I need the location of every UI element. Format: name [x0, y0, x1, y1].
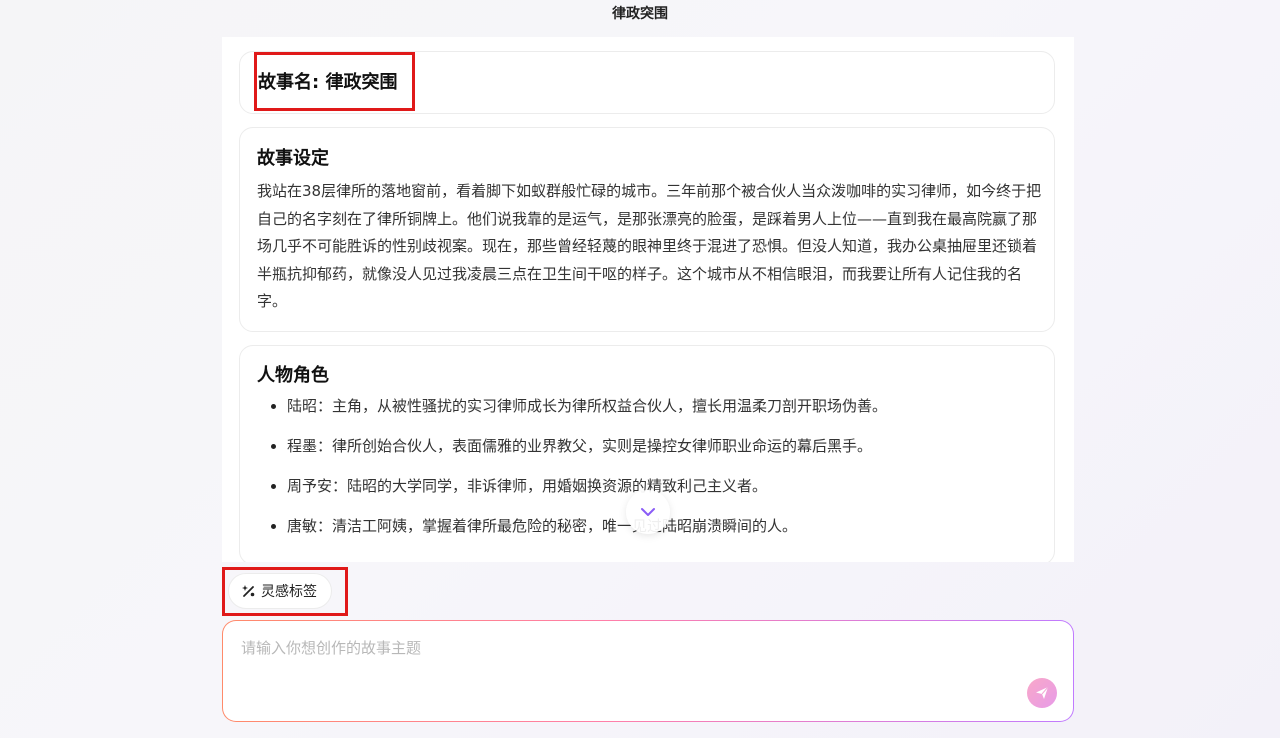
- chevron-down-icon: [641, 508, 655, 516]
- topic-input-container: [222, 620, 1074, 722]
- bullet-dot: [271, 484, 276, 489]
- character-text: 唐敏：清洁工阿姨，掌握着律所最危险的秘密，唯一见过陆昭崩溃瞬间的人。: [287, 517, 798, 535]
- story-name-card: 故事名: 律政突围: [239, 51, 1055, 114]
- characters-heading: 人物角色: [257, 365, 329, 386]
- inspiration-tags-label: 灵感标签: [261, 584, 317, 600]
- character-text: 陆昭：主角，从被性骚扰的实习律师成长为律所权益合伙人，擅长用温柔刀剖开职场伪善。: [287, 397, 888, 415]
- setting-heading: 故事设定: [257, 148, 329, 169]
- character-text: 程墨：律所创始合伙人，表面儒雅的业界教父，实则是操控女律师职业命运的幕后黑手。: [287, 437, 873, 455]
- scroll-down-button[interactable]: [626, 490, 670, 534]
- bullet-dot: [271, 524, 276, 529]
- bullet-dot: [271, 404, 276, 409]
- story-name: 故事名: 律政突围: [258, 72, 398, 93]
- send-button[interactable]: [1027, 678, 1057, 708]
- bullet-dot: [271, 444, 276, 449]
- percent-sparkle-icon: [242, 585, 255, 597]
- app-title: 律政突围: [612, 6, 668, 22]
- setting-body: 我站在38层律所的落地窗前，看着脚下如蚁群般忙碌的城市。三年前那个被合伙人当众泼…: [257, 182, 1042, 310]
- topic-input-inner: [223, 621, 1073, 721]
- story-topic-input[interactable]: [239, 635, 1003, 709]
- list-item: 程墨：律所创始合伙人，表面儒雅的业界教父，实则是操控女律师职业命运的幕后黑手。: [257, 434, 1037, 474]
- send-icon: [1036, 686, 1049, 699]
- inspiration-tags-button[interactable]: 灵感标签: [228, 573, 332, 609]
- story-setting-card: 故事设定 我站在38层律所的落地窗前，看着脚下如蚁群般忙碌的城市。三年前那个被合…: [239, 127, 1055, 332]
- character-text: 周予安：陆昭的大学同学，非诉律师，用婚姻换资源的精致利己主义者。: [287, 477, 768, 495]
- story-panel: 故事名: 律政突围 故事设定 我站在38层律所的落地窗前，看着脚下如蚁群般忙碌的…: [222, 37, 1074, 562]
- list-item: 陆昭：主角，从被性骚扰的实习律师成长为律所权益合伙人，擅长用温柔刀剖开职场伪善。: [257, 394, 1037, 434]
